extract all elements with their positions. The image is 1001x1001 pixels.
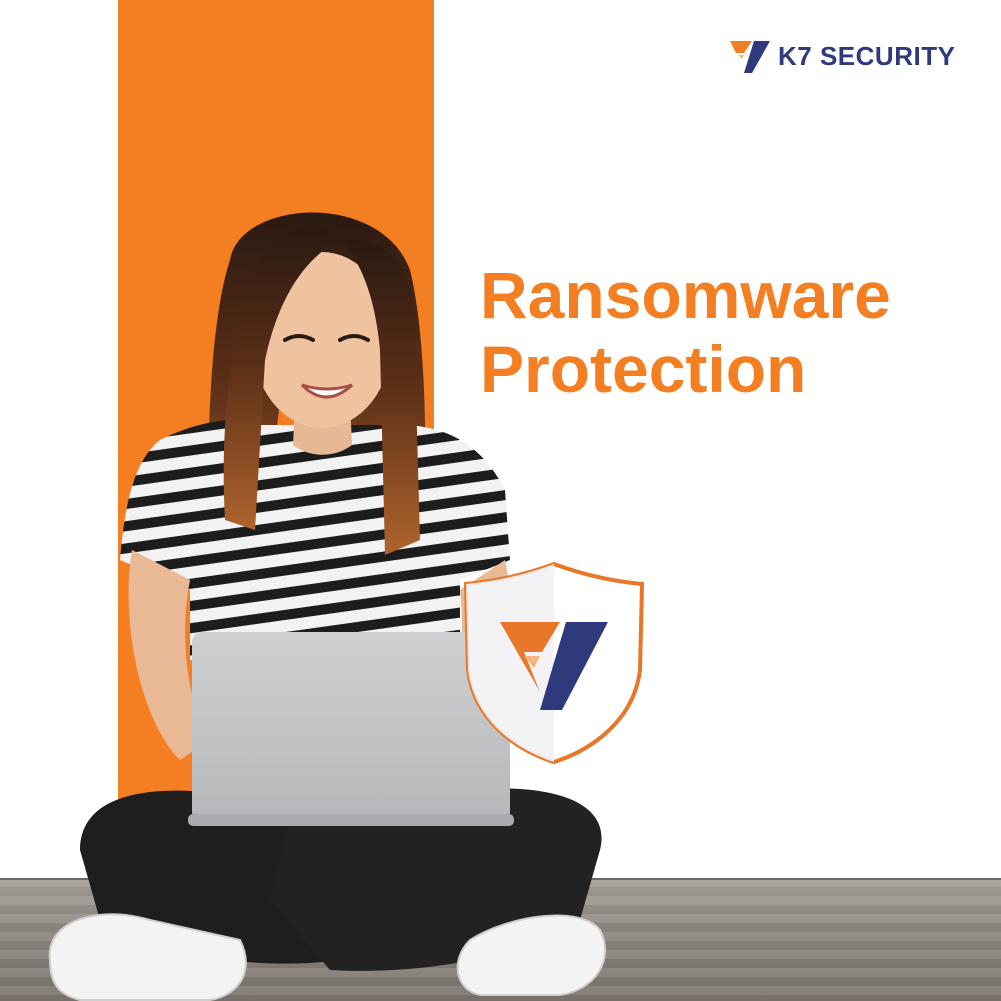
k7-logo-icon xyxy=(730,41,770,73)
ad-banner: K7 SECURITY Ransomware Protection xyxy=(0,0,1001,1001)
brand-name: K7 SECURITY xyxy=(778,40,956,71)
k7-shield-icon xyxy=(463,561,645,765)
brand-logo: K7 SECURITY xyxy=(730,38,955,74)
